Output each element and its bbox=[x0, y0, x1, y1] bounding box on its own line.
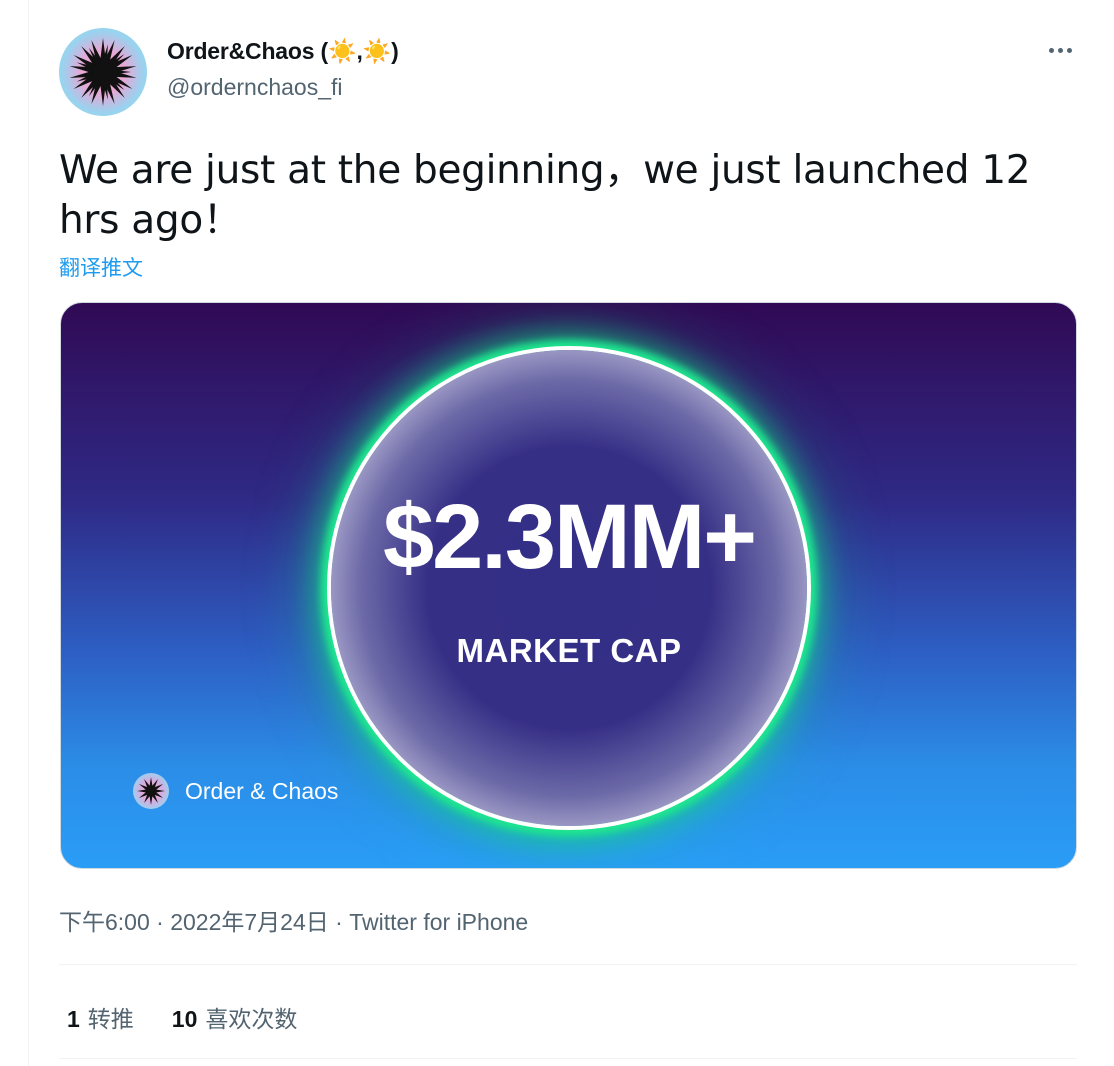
tweet-media-image[interactable]: $2.3MM+ MARKET CAP Order & Chaos bbox=[60, 302, 1077, 869]
display-name-text: Order&Chaos ( bbox=[167, 38, 328, 64]
sun-icon: ☀️ bbox=[327, 38, 357, 64]
likes-stat[interactable]: 10 喜欢次数 bbox=[172, 1000, 298, 1034]
meta-dot: · bbox=[149, 909, 171, 935]
tweet-date[interactable]: 2022年7月24日 bbox=[170, 909, 329, 935]
tweet-source[interactable]: Twitter for iPhone bbox=[349, 909, 528, 935]
translate-tweet-link[interactable]: 翻译推文 bbox=[59, 252, 143, 282]
divider bbox=[59, 1058, 1077, 1059]
avatar[interactable] bbox=[59, 28, 147, 116]
likes-label: 喜欢次数 bbox=[205, 1006, 298, 1032]
more-options-icon[interactable] bbox=[1043, 36, 1077, 64]
market-cap-label: MARKET CAP bbox=[456, 632, 682, 669]
engagement-stats: 1 转推 10 喜欢次数 bbox=[67, 1000, 297, 1034]
market-cap-orb: $2.3MM+ MARKET CAP bbox=[331, 350, 807, 826]
sunburst-logo-icon bbox=[69, 38, 137, 106]
tweet-time[interactable]: 下午6:00 bbox=[59, 909, 150, 935]
meta-dot: · bbox=[328, 909, 350, 935]
tweet-metadata: 下午6:00 · 2022年7月24日 · Twitter for iPhone bbox=[59, 903, 528, 937]
sunburst-logo-icon bbox=[133, 773, 169, 809]
display-name-close: ) bbox=[391, 38, 399, 64]
media-brand-name: Order & Chaos bbox=[185, 777, 339, 804]
sun-icon: ☀️ bbox=[362, 38, 392, 64]
divider bbox=[59, 964, 1077, 965]
retweets-label: 转推 bbox=[87, 1006, 134, 1032]
display-name[interactable]: Order&Chaos (☀️,☀️) bbox=[167, 38, 399, 65]
retweets-stat[interactable]: 1 转推 bbox=[67, 1000, 134, 1034]
media-brand: Order & Chaos bbox=[133, 773, 338, 809]
user-handle[interactable]: @ordernchaos_fi bbox=[167, 74, 343, 101]
retweets-count: 1 bbox=[67, 1006, 80, 1032]
likes-count: 10 bbox=[171, 1006, 198, 1032]
tweet-text: We are just at the beginning，we just lau… bbox=[59, 148, 1031, 243]
timeline-border bbox=[28, 0, 29, 1066]
market-cap-amount: $2.3MM+ bbox=[382, 486, 757, 588]
